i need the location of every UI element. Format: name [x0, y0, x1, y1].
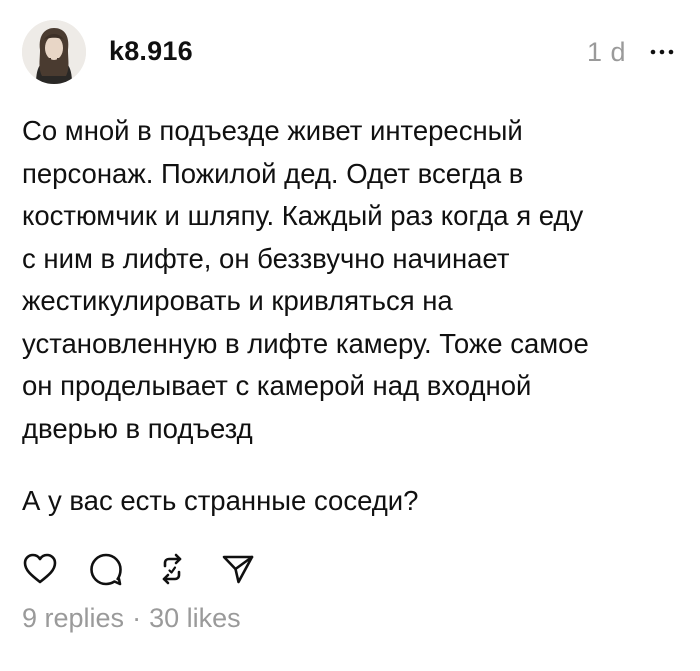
thread-post: k8.916 1 d Со мной в подъезде живет инте… — [0, 0, 700, 671]
replies-count[interactable]: 9 replies — [22, 603, 124, 633]
avatar-image — [22, 20, 86, 84]
divider — [0, 664, 700, 671]
comment-icon[interactable] — [88, 551, 124, 587]
username[interactable]: k8.916 — [109, 36, 193, 67]
heart-icon[interactable] — [22, 551, 58, 587]
likes-count[interactable]: 30 likes — [149, 603, 241, 633]
more-horizontal-icon[interactable] — [646, 34, 678, 66]
timestamp: 1 d — [586, 37, 626, 67]
post-header: k8.916 1 d — [22, 20, 682, 84]
avatar[interactable] — [22, 20, 86, 84]
send-icon[interactable] — [220, 551, 256, 587]
repost-icon[interactable] — [154, 551, 190, 587]
post-body-text: Со мной в подъезде живет интересный перс… — [22, 115, 589, 444]
post-question-text: А у вас есть странные соседи? — [22, 485, 419, 516]
post-actions — [22, 551, 282, 587]
stats-separator: · — [132, 603, 142, 633]
post-stats: 9 replies · 30 likes — [22, 603, 241, 634]
